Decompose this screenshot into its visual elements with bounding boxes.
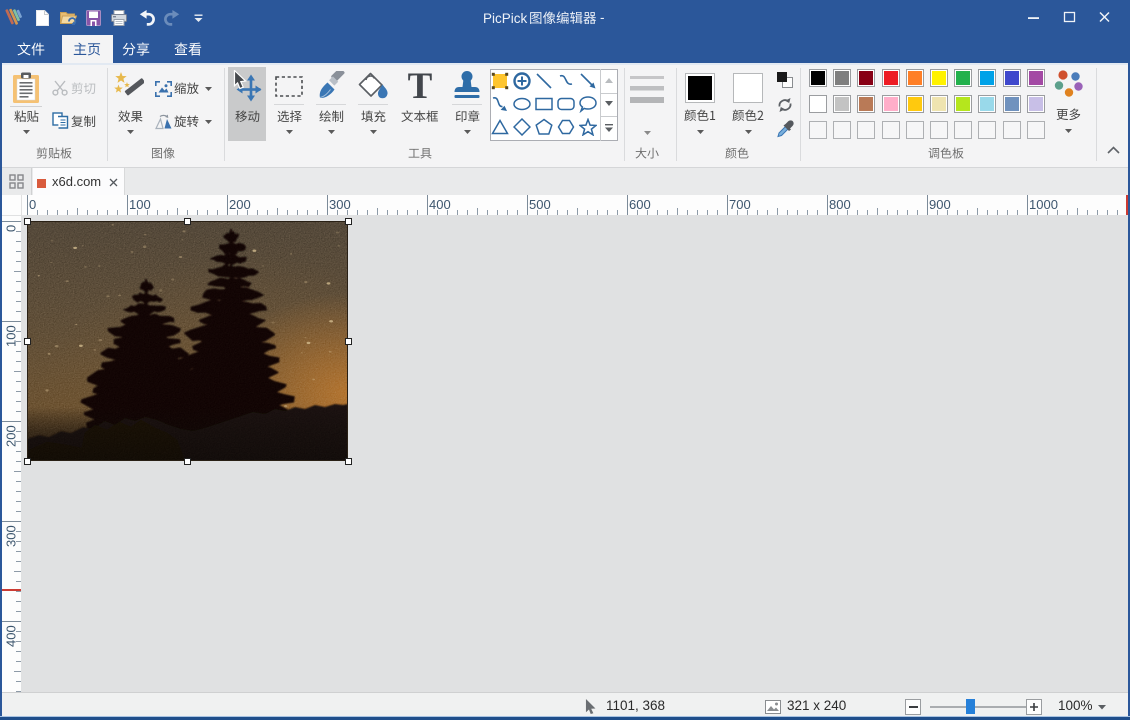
svg-text:300: 300 <box>329 197 351 212</box>
svg-text:900: 900 <box>929 197 951 212</box>
svg-text:700: 700 <box>729 197 751 212</box>
svg-text:0: 0 <box>29 197 36 212</box>
svg-text:100: 100 <box>129 197 151 212</box>
svg-text:200: 200 <box>229 197 251 212</box>
svg-text:800: 800 <box>829 197 851 212</box>
svg-text:300: 300 <box>4 525 19 547</box>
svg-text:1000: 1000 <box>1029 197 1058 212</box>
svg-text:200: 200 <box>4 425 19 447</box>
svg-text:0: 0 <box>4 225 19 232</box>
svg-text:500: 500 <box>529 197 551 212</box>
svg-text:100: 100 <box>4 325 19 347</box>
svg-text:600: 600 <box>629 197 651 212</box>
svg-text:400: 400 <box>429 197 451 212</box>
svg-text:400: 400 <box>4 625 19 647</box>
